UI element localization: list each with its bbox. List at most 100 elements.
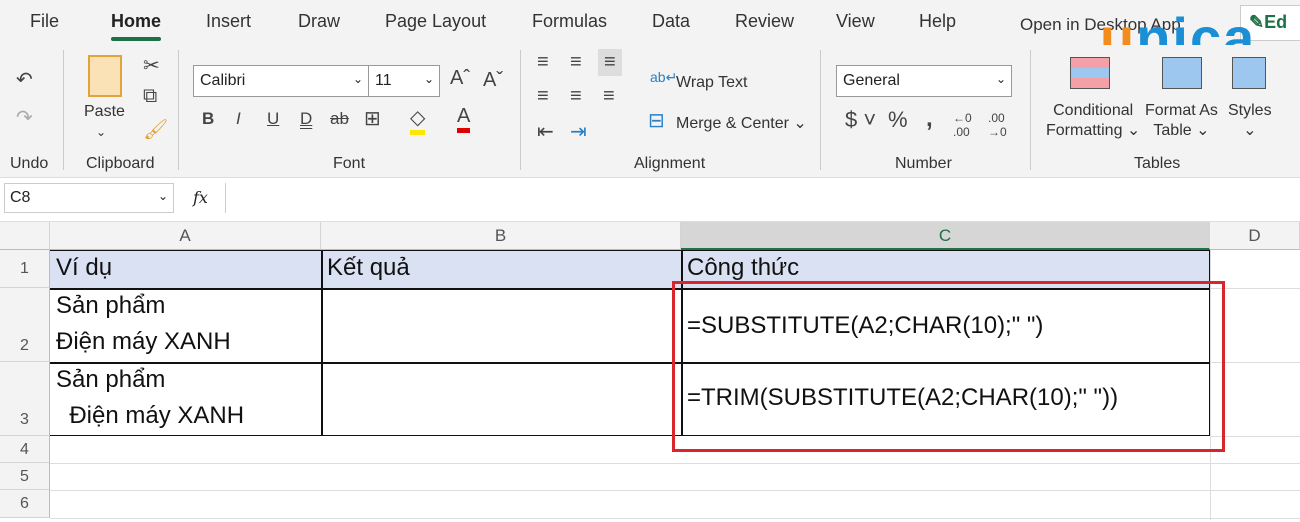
row-header-5[interactable]: 5 <box>0 463 50 490</box>
number-format-value: General <box>843 72 900 89</box>
undo-group-label: Undo <box>10 155 49 172</box>
cell-styles-icon <box>1232 57 1266 89</box>
paste-icon[interactable] <box>88 55 122 97</box>
merge-center-icon: ⊟ <box>648 110 665 132</box>
styles-label: Styles <box>1228 102 1272 119</box>
tab-help[interactable]: Help <box>919 11 956 32</box>
wrap-text-button[interactable]: Wrap Text <box>676 74 747 92</box>
tab-view[interactable]: View <box>836 11 875 32</box>
formula-input[interactable] <box>225 183 1300 213</box>
percent-icon[interactable]: % <box>888 107 908 133</box>
tables-group-label: Tables <box>1134 155 1181 172</box>
number-format-select[interactable]: General ⌄ <box>836 65 1012 97</box>
strikethrough-button[interactable]: ab <box>330 109 349 129</box>
name-box[interactable]: C8 ⌄ <box>4 183 174 213</box>
conditional-label-1: Conditional <box>1053 102 1134 119</box>
format-as-table-button[interactable]: Format As Table ⌄ <box>1145 102 1218 140</box>
font-name-select[interactable]: Calibri ⌄ <box>193 65 369 97</box>
cell-a2-line-1: Sản phẩm <box>56 292 166 319</box>
chevron-down-icon: ⌄ <box>423 72 434 86</box>
cut-icon[interactable]: ✂ <box>143 53 160 78</box>
ribbon: ↶ ↷ Undo Paste ⌄ ✂ ⧉ 🖌 Clipboard Calibri… <box>0 45 1300 178</box>
format-as-table-icon <box>1162 57 1202 89</box>
font-size-select[interactable]: 11 ⌄ <box>368 65 440 97</box>
align-center-icon[interactable]: ≡ <box>570 85 582 108</box>
italic-button[interactable]: I <box>236 109 241 129</box>
borders-icon[interactable]: ⊞ <box>364 106 381 131</box>
font-size-value: 11 <box>375 72 392 89</box>
tab-draw[interactable]: Draw <box>298 11 340 32</box>
format-as-label-2: Table <box>1153 122 1192 139</box>
function-icon[interactable]: fx <box>193 188 208 207</box>
increase-decimal-icon[interactable]: ←0.00 <box>953 111 972 139</box>
font-name-value: Calibri <box>200 72 246 89</box>
copy-icon[interactable]: ⧉ <box>143 85 157 108</box>
column-header-a[interactable]: A <box>50 222 321 250</box>
font-color-icon[interactable]: A <box>457 105 471 133</box>
cell-a2[interactable]: Sản phẩm Điện máy XANH <box>50 288 231 360</box>
paste-button[interactable]: Paste <box>84 103 125 121</box>
bold-button[interactable]: B <box>202 109 214 129</box>
chevron-down-icon: ⌄ <box>995 72 1006 86</box>
align-bottom-icon[interactable]: ≡ <box>598 49 622 76</box>
decrease-font-size-icon[interactable]: Aˇ <box>483 69 503 92</box>
styles-button[interactable]: Styles ⌄ <box>1228 102 1272 140</box>
align-top-icon[interactable]: ≡ <box>537 51 549 74</box>
conditional-label-2: Formatting <box>1046 122 1123 139</box>
cell-a2-line-2: Điện máy XANH <box>56 328 231 355</box>
align-middle-icon[interactable]: ≡ <box>570 51 582 74</box>
row-header-2[interactable]: 2 <box>0 288 50 362</box>
highlight-box <box>672 281 1225 452</box>
conditional-formatting-icon <box>1070 57 1110 89</box>
conditional-formatting-button[interactable]: Conditional Formatting ⌄ <box>1046 102 1140 140</box>
name-box-value: C8 <box>10 189 31 206</box>
tab-page-layout[interactable]: Page Layout <box>385 11 486 32</box>
cell-b1[interactable]: Kết quả <box>321 250 410 286</box>
chevron-down-icon: ⌄ <box>352 72 363 86</box>
cell-a3[interactable]: Sản phẩm Điện máy XANH <box>50 362 244 434</box>
select-all-corner[interactable] <box>0 222 50 250</box>
cell-a3-line-2: Điện máy XANH <box>56 402 245 429</box>
row-header-4[interactable]: 4 <box>0 436 50 463</box>
number-group-label: Number <box>895 155 952 172</box>
underline-button[interactable]: U <box>267 109 279 129</box>
merge-center-label: Merge & Center <box>676 115 789 132</box>
row-header-6[interactable]: 6 <box>0 490 50 518</box>
cell-a3-line-1: Sản phẩm <box>56 366 166 393</box>
comma-style-icon[interactable]: , <box>926 105 933 133</box>
tab-file[interactable]: File <box>30 11 59 32</box>
fill-color-icon[interactable]: ◇ <box>410 105 426 135</box>
increase-font-size-icon[interactable]: Aˆ <box>450 67 470 90</box>
column-header-c[interactable]: C <box>681 222 1210 250</box>
column-header-d[interactable]: D <box>1210 222 1300 250</box>
font-group-label: Font <box>333 155 366 172</box>
align-left-icon[interactable]: ≡ <box>537 85 549 108</box>
decrease-decimal-icon[interactable]: .00 →0 <box>988 111 1007 139</box>
currency-icon[interactable]: $ ˅ <box>845 107 876 133</box>
format-as-label-1: Format As <box>1145 102 1218 119</box>
wrap-text-icon: ab↵ <box>650 69 678 85</box>
tab-review[interactable]: Review <box>735 11 794 32</box>
align-right-icon[interactable]: ≡ <box>603 85 615 108</box>
undo-icon[interactable]: ↶ <box>16 67 33 92</box>
double-underline-button[interactable]: D <box>300 109 312 129</box>
clipboard-group-label: Clipboard <box>86 155 155 172</box>
row-header-3[interactable]: 3 <box>0 362 50 436</box>
decrease-indent-icon[interactable]: ⇤ <box>537 119 554 144</box>
ribbon-tabs: File Home Insert Draw Page Layout Formul… <box>0 0 1300 68</box>
cell-a1[interactable]: Ví dụ <box>50 250 112 286</box>
merge-center-button[interactable]: Merge & Center ⌄ <box>676 113 807 133</box>
tab-data[interactable]: Data <box>652 11 690 32</box>
format-painter-icon[interactable]: 🖌 <box>143 117 168 142</box>
row-header-1[interactable]: 1 <box>0 250 50 288</box>
tab-home[interactable]: Home <box>111 11 162 41</box>
tab-insert[interactable]: Insert <box>206 11 251 32</box>
increase-indent-icon[interactable]: ⇥ <box>570 119 587 144</box>
paste-chevron-icon[interactable]: ⌄ <box>96 125 106 139</box>
tab-formulas[interactable]: Formulas <box>532 11 607 32</box>
redo-icon[interactable]: ↷ <box>16 105 33 130</box>
alignment-group-label: Alignment <box>634 155 706 172</box>
chevron-down-icon: ⌄ <box>157 189 168 203</box>
formula-bar: C8 ⌄ fx <box>0 178 1300 222</box>
column-header-b[interactable]: B <box>321 222 681 250</box>
